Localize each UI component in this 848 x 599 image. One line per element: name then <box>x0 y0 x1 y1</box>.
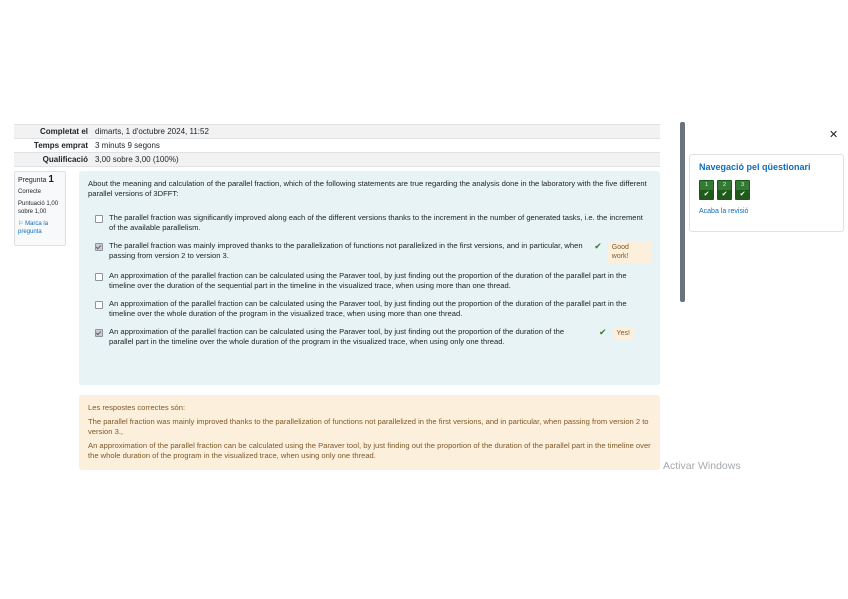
summary-value: 3 minuts 9 segons <box>95 141 160 150</box>
close-drawer-button[interactable]: ✕ <box>829 128 838 141</box>
quiz-navigation-block: Navegació pel qüestionari 1 ✔ 2 ✔ 3 ✔ Ac… <box>689 154 844 232</box>
flag-question-link[interactable]: ⚐ Marca la pregunta <box>18 220 62 236</box>
check-icon: ✔ <box>721 191 728 198</box>
summary-label: Qualificació <box>42 155 88 164</box>
quiz-nav-button-3[interactable]: 3 ✔ <box>735 180 750 200</box>
answer-text: The parallel fraction was significantly … <box>109 213 643 232</box>
question-text: About the meaning and calculation of the… <box>88 179 647 198</box>
check-icon: ✔ <box>594 241 602 251</box>
right-answer-box: Les respostes correctes són: The paralle… <box>79 395 660 470</box>
flag-icon: ⚐ <box>18 221 24 227</box>
question-label: Pregunta <box>18 177 47 184</box>
answer-option: An approximation of the parallel fractio… <box>88 271 651 291</box>
answer-checkbox[interactable] <box>95 329 103 337</box>
summary-row-completed: Completat el dimarts, 1 d'octubre 2024, … <box>14 125 660 139</box>
question-number: 1 <box>48 174 54 185</box>
question-formulation: About the meaning and calculation of the… <box>79 171 660 385</box>
answer-text: An approximation of the parallel fractio… <box>109 271 627 290</box>
close-icon: ✕ <box>829 129 839 141</box>
check-icon: ✔ <box>599 327 607 337</box>
question-state: Correcte <box>18 189 42 195</box>
summary-value: dimarts, 1 d'octubre 2024, 11:52 <box>95 127 209 136</box>
answer-feedback: ✔ Good work! <box>594 241 651 263</box>
summary-label: Temps emprat <box>33 141 88 150</box>
answer-feedback: ✔ Yes! <box>599 327 634 340</box>
quiz-nav-button-2[interactable]: 2 ✔ <box>717 180 732 200</box>
quiz-navigation-title: Navegació pel qüestionari <box>699 162 811 172</box>
flag-question-label: Marca la pregunta <box>18 221 49 235</box>
summary-label: Completat el <box>39 127 88 136</box>
right-answer-heading: Les respostes correctes són: <box>88 403 186 412</box>
answer-option: The parallel fraction was mainly improve… <box>88 241 651 263</box>
feedback-text: Yes! <box>612 327 634 340</box>
drawer-scrollbar[interactable] <box>680 122 685 302</box>
question-grade: Puntuació 1,00 sobre 1,00 <box>18 201 59 215</box>
windows-activation-watermark: Activar Windows <box>663 460 741 472</box>
summary-value: 3,00 sobre 3,00 (100%) <box>95 155 179 164</box>
quiz-navigation-buttons: 1 ✔ 2 ✔ 3 ✔ <box>699 180 834 200</box>
answer-checkbox[interactable] <box>95 273 103 281</box>
answer-option: An approximation of the parallel fractio… <box>88 327 651 347</box>
feedback-text: Good work! <box>607 241 651 263</box>
answer-checkbox[interactable] <box>95 215 103 223</box>
answer-option: The parallel fraction was significantly … <box>88 213 651 233</box>
answer-checkbox[interactable] <box>95 243 103 251</box>
summary-row-time: Temps emprat 3 minuts 9 segons <box>14 139 660 153</box>
quiz-nav-button-1[interactable]: 1 ✔ <box>699 180 714 200</box>
answer-checkbox[interactable] <box>95 301 103 309</box>
right-answer-item: The parallel fraction was mainly improve… <box>88 417 649 436</box>
nav-button-number: 1 <box>704 182 709 188</box>
right-answer-item: An approximation of the parallel fractio… <box>88 441 651 460</box>
review-summary-table: Completat el dimarts, 1 d'octubre 2024, … <box>14 124 660 167</box>
answer-list: The parallel fraction was significantly … <box>88 213 651 347</box>
finish-review-link[interactable]: Acaba la revisió <box>699 208 834 215</box>
check-icon: ✔ <box>739 191 746 198</box>
answer-option: An approximation of the parallel fractio… <box>88 299 651 319</box>
answer-text: An approximation of the parallel fractio… <box>109 299 627 318</box>
nav-button-number: 3 <box>740 182 745 188</box>
question-number-line: Pregunta 1 <box>18 174 62 185</box>
answer-text: An approximation of the parallel fractio… <box>109 327 565 346</box>
answer-text: The parallel fraction was mainly improve… <box>109 241 583 260</box>
summary-row-grade: Qualificació 3,00 sobre 3,00 (100%) <box>14 153 660 167</box>
question-info: Pregunta 1 Correcte Puntuació 1,00 sobre… <box>14 171 66 246</box>
check-icon: ✔ <box>703 191 710 198</box>
nav-button-number: 2 <box>722 182 727 188</box>
